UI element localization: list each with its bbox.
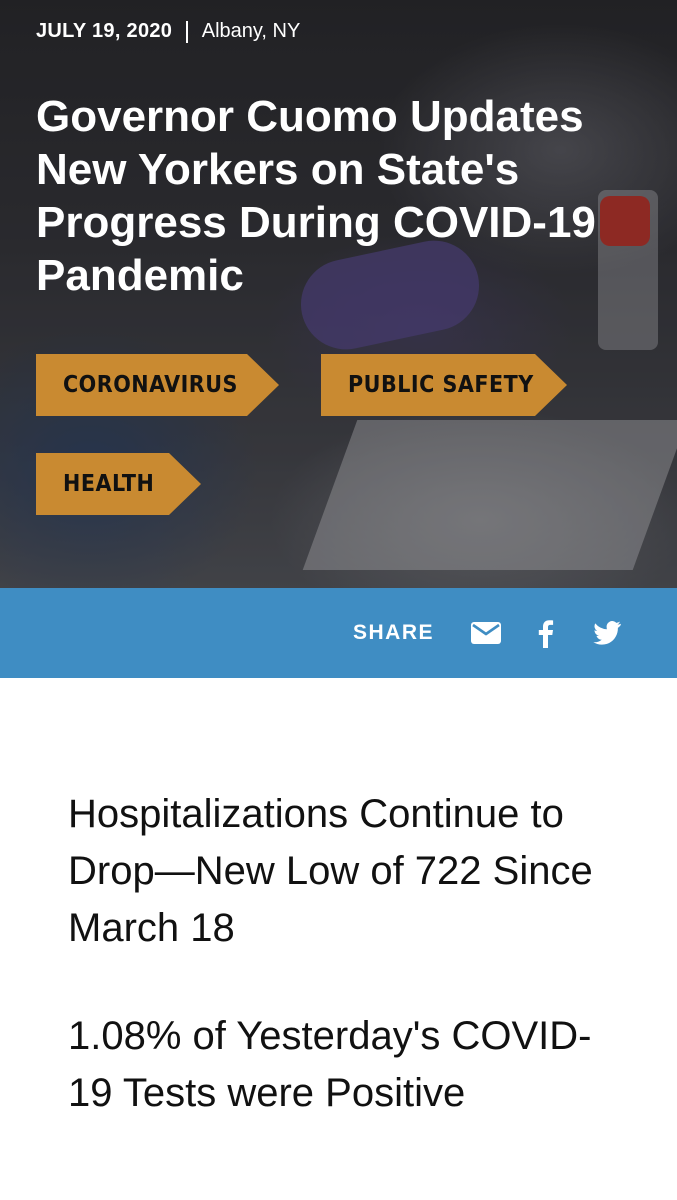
article-date: JULY 19, 2020: [36, 20, 173, 42]
tag-coronavirus[interactable]: CORONAVIRUS: [36, 354, 279, 416]
article-location: Albany, NY: [201, 20, 301, 42]
article-headline: Governor Cuomo Updates New Yorkers on St…: [36, 92, 596, 300]
tag-public-safety[interactable]: PUBLIC SAFETY: [321, 354, 567, 416]
envelope-icon[interactable]: [470, 618, 502, 648]
article-meta: JULY 19, 2020 Albany, NY: [36, 20, 300, 43]
article-subhead-hospitalizations: Hospitalizations Continue to Drop—New Lo…: [68, 792, 593, 950]
article-body: Hospitalizations Continue to Drop—New Lo…: [0, 678, 677, 1200]
facebook-icon[interactable]: [530, 618, 562, 648]
tag-health[interactable]: HEALTH: [36, 453, 201, 515]
share-bar: SHARE: [0, 588, 677, 678]
hero-banner: JULY 19, 2020 Albany, NY Governor Cuomo …: [0, 0, 677, 588]
meta-divider: [186, 20, 188, 43]
twitter-icon[interactable]: [591, 618, 623, 648]
article-subhead-positive-tests: 1.08% of Yesterday's COVID-19 Tests were…: [68, 1014, 592, 1115]
share-label: SHARE: [352, 621, 434, 644]
